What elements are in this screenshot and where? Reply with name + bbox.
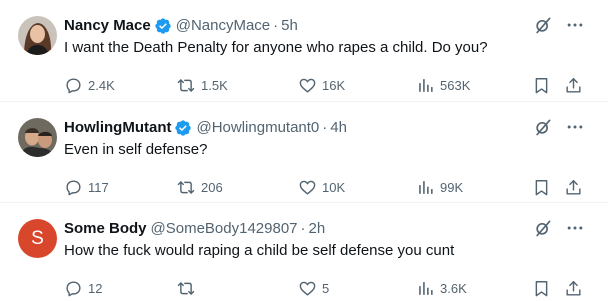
share-button[interactable]: [564, 277, 583, 299]
heart-icon: [299, 281, 316, 296]
heart-icon: [299, 180, 316, 195]
avatar[interactable]: S: [18, 219, 57, 258]
verified-badge-icon: [154, 17, 172, 35]
reply-button[interactable]: 117: [64, 176, 109, 198]
tweet[interactable]: Nancy Mace @NancyMace · 5h I want the De…: [0, 0, 608, 102]
like-count: 5: [322, 280, 330, 296]
analytics-icon: [419, 78, 433, 92]
share-button[interactable]: [564, 74, 583, 96]
view-count: 99K: [440, 179, 464, 195]
grok-icon[interactable]: [532, 217, 554, 239]
reply-button[interactable]: 2.4K: [64, 74, 115, 96]
grok-icon[interactable]: [532, 14, 554, 36]
views-button[interactable]: 3.6K: [416, 277, 467, 299]
verified-badge-icon: [174, 119, 192, 137]
tweet-header: HowlingMutant @Howlingmutant0 · 4h: [64, 118, 347, 138]
like-button[interactable]: 16K: [298, 74, 345, 96]
view-count: 3.6K: [440, 280, 467, 296]
tweet-top-actions: [532, 14, 586, 36]
tweet-header: Nancy Mace @NancyMace · 5h: [64, 16, 298, 36]
heart-icon: [299, 78, 316, 93]
reply-count: 2.4K: [88, 77, 115, 93]
tweet-top-actions: [532, 217, 586, 239]
analytics-icon: [419, 180, 433, 194]
bookmark-button[interactable]: [532, 176, 551, 198]
like-button[interactable]: 5: [298, 277, 329, 299]
bookmark-icon: [535, 77, 548, 93]
display-name[interactable]: Nancy Mace: [64, 16, 151, 36]
timestamp[interactable]: 4h: [330, 118, 347, 138]
bookmark-button[interactable]: [532, 74, 551, 96]
tweet-actions: 117 206 10K 99K: [64, 176, 588, 198]
tweet-actions: 12 5 3.6K: [64, 277, 588, 299]
separator-dot: ·: [273, 17, 279, 34]
avatar-letter: S: [31, 227, 44, 249]
timestamp[interactable]: 5h: [281, 16, 298, 36]
tweet-header: Some Body @SomeBody1429807 · 2h: [64, 219, 325, 239]
display-name[interactable]: Some Body: [64, 219, 147, 239]
tweet-text: Even in self defense?: [64, 141, 208, 158]
reply-button[interactable]: 12: [64, 277, 102, 299]
retweet-icon: [177, 180, 195, 194]
display-name[interactable]: HowlingMutant: [64, 118, 171, 138]
more-options-icon[interactable]: [564, 14, 586, 36]
share-icon: [566, 280, 581, 296]
timestamp[interactable]: 2h: [309, 219, 326, 239]
user-handle[interactable]: @NancyMace: [176, 16, 270, 36]
bookmark-icon: [535, 179, 548, 195]
separator-dot: ·: [300, 220, 306, 237]
more-options-icon[interactable]: [564, 116, 586, 138]
like-count: 16K: [322, 77, 346, 93]
retweet-icon: [177, 78, 195, 92]
like-button[interactable]: 10K: [298, 176, 345, 198]
tweet[interactable]: HowlingMutant @Howlingmutant0 · 4h Even …: [0, 102, 608, 203]
views-button[interactable]: 563K: [416, 74, 470, 96]
grok-icon[interactable]: [532, 116, 554, 138]
reply-icon: [66, 179, 81, 195]
avatar[interactable]: [18, 16, 57, 55]
bookmark-icon: [535, 280, 548, 296]
retweet-count: 1.5K: [201, 77, 228, 93]
analytics-icon: [419, 281, 433, 295]
views-button[interactable]: 99K: [416, 176, 463, 198]
reply-count: 117: [88, 179, 109, 195]
retweet-count: 206: [201, 179, 223, 195]
view-count: 563K: [440, 77, 471, 93]
reply-icon: [66, 280, 81, 296]
like-count: 10K: [322, 179, 346, 195]
retweet-button[interactable]: 206: [176, 176, 223, 198]
tweet-text: How the fuck would raping a child be sel…: [64, 242, 455, 259]
avatar[interactable]: [18, 118, 57, 157]
reply-count: 12: [88, 280, 103, 296]
share-icon: [566, 77, 581, 93]
more-options-icon[interactable]: [564, 217, 586, 239]
retweet-button[interactable]: [176, 277, 201, 299]
tweet-text: I want the Death Penalty for anyone who …: [64, 39, 488, 56]
separator-dot: ·: [322, 119, 328, 136]
tweet[interactable]: S Some Body @SomeBody1429807 · 2h How th…: [0, 203, 608, 301]
tweet-actions: 2.4K 1.5K 16K 563K: [64, 74, 588, 96]
user-handle[interactable]: @Howlingmutant0: [196, 118, 319, 138]
share-icon: [566, 179, 581, 195]
retweet-icon: [177, 281, 195, 295]
bookmark-button[interactable]: [532, 277, 551, 299]
tweet-top-actions: [532, 116, 586, 138]
reply-icon: [66, 77, 81, 93]
user-handle[interactable]: @SomeBody1429807: [151, 219, 298, 239]
retweet-button[interactable]: 1.5K: [176, 74, 228, 96]
share-button[interactable]: [564, 176, 583, 198]
